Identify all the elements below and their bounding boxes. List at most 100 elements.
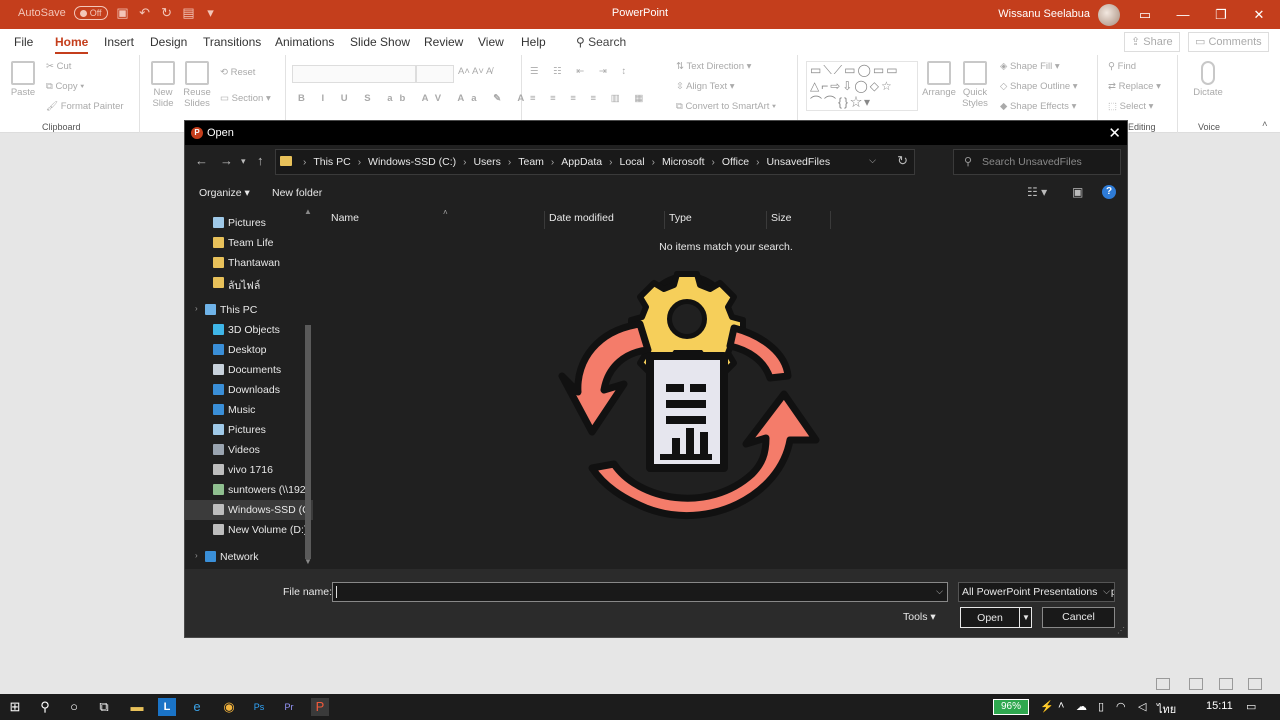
slideshow-view-icon[interactable] bbox=[1248, 678, 1262, 690]
breadcrumb-separator-icon[interactable]: › bbox=[551, 157, 554, 168]
breadcrumb-separator-icon[interactable]: › bbox=[463, 157, 466, 168]
breadcrumb-item[interactable]: UnsavedFiles bbox=[766, 156, 830, 168]
battery-plug-icon[interactable]: ⚡ bbox=[1040, 700, 1054, 713]
nav-item[interactable]: › Network bbox=[185, 547, 313, 567]
breadcrumb-separator-icon[interactable]: › bbox=[652, 157, 655, 168]
nav-item[interactable]: Pictures bbox=[185, 420, 313, 440]
convert-smartart-button[interactable]: ⧉ Convert to SmartArt ▾ bbox=[676, 101, 776, 112]
up-arrow-icon[interactable]: ↑ bbox=[257, 153, 264, 168]
tab-insert[interactable]: Insert bbox=[104, 35, 134, 49]
breadcrumb-item[interactable]: Windows-SSD (C:) bbox=[368, 156, 456, 168]
shape-fill-button[interactable]: ◈ Shape Fill ▾ bbox=[1000, 61, 1060, 72]
nav-item[interactable]: Pictures bbox=[185, 213, 313, 233]
nav-item[interactable]: New Volume (D:) bbox=[185, 520, 313, 540]
arrange-button[interactable]: Arrange bbox=[922, 61, 956, 98]
copy-button[interactable]: ⧉ Copy ▾ bbox=[46, 81, 84, 92]
text-direction-button[interactable]: ⇅ Text Direction ▾ bbox=[676, 61, 751, 72]
tab-home[interactable]: Home bbox=[55, 35, 89, 54]
nav-item[interactable]: Windows-SSD (C bbox=[185, 500, 313, 520]
expand-chevron-icon[interactable]: › bbox=[195, 551, 198, 560]
back-arrow-icon[interactable]: ← bbox=[195, 153, 208, 168]
column-header-size[interactable]: Size bbox=[767, 211, 831, 229]
comments-button[interactable]: ▭ Comments bbox=[1188, 32, 1269, 52]
breadcrumb-item[interactable]: Users bbox=[473, 156, 500, 168]
paste-button[interactable]: Paste bbox=[6, 61, 40, 98]
customize-qat-icon[interactable]: ▾ bbox=[204, 6, 218, 20]
maximize-icon[interactable]: ❐ bbox=[1202, 0, 1240, 29]
chrome-icon[interactable]: ◉ bbox=[220, 698, 238, 716]
find-button[interactable]: ⚲ Find bbox=[1108, 61, 1136, 72]
slide-sorter-icon[interactable] bbox=[1189, 678, 1203, 690]
search-input[interactable] bbox=[982, 154, 1116, 170]
shape-effects-button[interactable]: ◆ Shape Effects ▾ bbox=[1000, 101, 1076, 112]
resize-grip-icon[interactable]: ⋰ bbox=[1117, 626, 1125, 635]
align-buttons[interactable]: ≡ ≡ ≡ ≡ ▥ ▦ bbox=[530, 93, 649, 104]
nav-item[interactable]: Downloads bbox=[185, 380, 313, 400]
tab-animations[interactable]: Animations bbox=[275, 35, 334, 49]
share-button[interactable]: ⇪ Share bbox=[1124, 32, 1180, 52]
nav-item[interactable]: Thantawan bbox=[185, 253, 313, 273]
select-button[interactable]: ⬚ Select ▾ bbox=[1108, 101, 1153, 112]
notification-icon[interactable]: ▭ bbox=[1246, 700, 1256, 713]
align-text-button[interactable]: ⇳ Align Text ▾ bbox=[676, 81, 735, 92]
section-button[interactable]: ▭ Section ▾ bbox=[220, 93, 271, 104]
tab-design[interactable]: Design bbox=[150, 35, 187, 49]
nav-item[interactable]: Desktop bbox=[185, 340, 313, 360]
present-icon[interactable]: ▤ bbox=[182, 6, 196, 20]
new-slide-button[interactable]: New Slide bbox=[146, 61, 180, 109]
view-options-icon[interactable]: ☷ ▾ bbox=[1027, 185, 1047, 199]
tell-me-search[interactable]: ⚲ Search bbox=[576, 35, 626, 49]
onedrive-icon[interactable]: ☁ bbox=[1076, 700, 1087, 713]
cancel-button[interactable]: Cancel bbox=[1042, 607, 1115, 628]
column-header-type[interactable]: Type bbox=[665, 211, 767, 229]
open-options-icon[interactable]: ▼ bbox=[1019, 608, 1032, 627]
nav-item[interactable]: Videos bbox=[185, 440, 313, 460]
nav-item[interactable]: 3D Objects bbox=[185, 320, 313, 340]
organize-button[interactable]: Organize ▾ bbox=[199, 187, 250, 199]
breadcrumb-separator-icon[interactable]: › bbox=[358, 157, 361, 168]
normal-view-icon[interactable] bbox=[1156, 678, 1170, 690]
dictate-button[interactable]: Dictate bbox=[1186, 61, 1230, 98]
breadcrumb-separator-icon[interactable]: › bbox=[609, 157, 612, 168]
cortana-icon[interactable]: ○ bbox=[65, 698, 83, 716]
shape-outline-button[interactable]: ◇ Shape Outline ▾ bbox=[1000, 81, 1078, 92]
reading-view-icon[interactable] bbox=[1219, 678, 1233, 690]
clock[interactable]: 15:11 bbox=[1206, 700, 1233, 712]
breadcrumb-separator-icon[interactable]: › bbox=[303, 157, 306, 168]
address-bar[interactable]: › This PC › Windows-SSD (C:) › Users › Team › App… bbox=[275, 149, 915, 175]
task-view-icon[interactable]: ⧉ bbox=[95, 698, 113, 716]
column-header-date-modified[interactable]: Date modified bbox=[545, 211, 665, 229]
save-icon[interactable]: ▣ bbox=[116, 6, 130, 20]
file-type-select[interactable]: All PowerPoint Presentations (*.pptx ⌵ bbox=[958, 582, 1115, 602]
breadcrumb-item[interactable]: AppData bbox=[561, 156, 602, 168]
font-format-buttons[interactable]: B I U S ab AV Aa ✎ A bbox=[298, 93, 531, 104]
file-name-input[interactable]: ⌵ bbox=[332, 582, 948, 602]
address-dropdown-icon[interactable]: ⌵ bbox=[869, 155, 876, 166]
user-name[interactable]: Wissanu Seelabua bbox=[998, 8, 1090, 20]
reuse-slides-button[interactable]: Reuse Slides bbox=[180, 61, 214, 109]
shapes-gallery[interactable]: ▭⟍⟋▭◯▭▭ △⌐⇨⇩◯◇☆ ⌒⌒{}☆▾ bbox=[806, 61, 918, 111]
windows-start-icon[interactable]: ⊞ bbox=[6, 698, 24, 716]
collapse-ribbon-icon[interactable]: ˄ bbox=[1262, 119, 1268, 130]
search-icon[interactable]: ⚲ bbox=[36, 698, 54, 716]
undo-icon[interactable]: ↶ bbox=[138, 6, 152, 20]
show-hidden-icons[interactable]: ˄ bbox=[1058, 700, 1064, 712]
tools-button[interactable]: Tools ▾ bbox=[903, 611, 936, 623]
open-button[interactable]: Open ▼ bbox=[960, 607, 1032, 628]
replace-button[interactable]: ⇄ Replace ▾ bbox=[1108, 81, 1161, 92]
close-icon[interactable]: ✕ bbox=[1240, 0, 1278, 29]
minimize-icon[interactable]: — bbox=[1164, 0, 1202, 29]
nav-item[interactable]: vivo 1716 bbox=[185, 460, 313, 480]
breadcrumb-item[interactable]: This PC bbox=[313, 156, 350, 168]
photoshop-icon[interactable]: Ps bbox=[250, 698, 268, 716]
powerpoint-taskbar-icon[interactable]: P bbox=[311, 698, 329, 716]
format-painter-button[interactable]: 🖌 Format Painter bbox=[46, 101, 124, 112]
wifi-icon[interactable]: ◠ bbox=[1116, 700, 1126, 713]
nav-item[interactable]: › This PC bbox=[185, 300, 313, 320]
tab-transitions[interactable]: Transitions bbox=[203, 35, 261, 49]
refresh-icon[interactable]: ↻ bbox=[897, 153, 908, 169]
nav-item[interactable]: suntowers (\\192 bbox=[185, 480, 313, 500]
font-size-controls[interactable]: A˄ A˅ A̸ bbox=[458, 66, 492, 77]
nav-item[interactable]: Documents bbox=[185, 360, 313, 380]
ribbon-display-icon[interactable]: ▭ bbox=[1126, 0, 1164, 29]
